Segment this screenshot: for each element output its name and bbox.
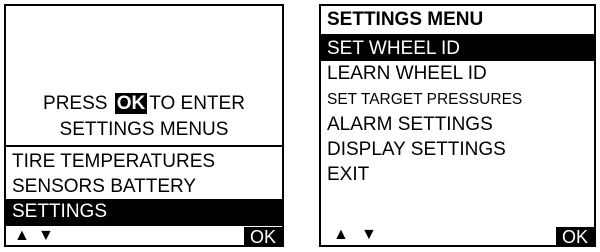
- prompt-line-2: SETTINGS MENUS: [59, 119, 229, 140]
- ok-button[interactable]: OK: [556, 227, 594, 245]
- down-arrow-icon[interactable]: ▼: [38, 226, 54, 245]
- menu-item-set-target-pressures[interactable]: SET TARGET PRESSURES: [321, 87, 594, 112]
- settings-menu-title: SETTINGS MENU: [327, 9, 484, 30]
- menu-item-settings[interactable]: SETTINGS: [6, 199, 282, 224]
- menu-item-tire-temperatures[interactable]: TIRE TEMPERATURES: [6, 149, 282, 174]
- prompt-text-after: TO ENTER: [149, 93, 245, 114]
- down-arrow-icon[interactable]: ▼: [361, 225, 377, 245]
- menu-item-set-wheel-id[interactable]: SET WHEEL ID: [321, 36, 594, 61]
- prompt-text-before: PRESS: [43, 93, 108, 114]
- settings-menu-screen: SETTINGS MENU SET WHEEL ID LEARN WHEEL I…: [319, 4, 596, 247]
- menu-item-alarm-settings[interactable]: ALARM SETTINGS: [321, 112, 594, 137]
- menu-item-sensors-battery[interactable]: SENSORS BATTERY: [6, 174, 282, 199]
- menu-divider: [6, 145, 282, 147]
- enter-settings-prompt: PRESS OK TO ENTER: [6, 92, 282, 116]
- menu-item-learn-wheel-id[interactable]: LEARN WHEEL ID: [321, 61, 594, 86]
- menu-item-exit[interactable]: EXIT: [321, 162, 594, 187]
- prompt-ok-key: OK: [114, 93, 148, 114]
- main-screen: PRESS OK TO ENTER SETTINGS MENUS TIRE TEM…: [4, 4, 284, 247]
- up-arrow-icon[interactable]: ▲: [333, 225, 349, 245]
- menu-item-display-settings[interactable]: DISPLAY SETTINGS: [321, 137, 594, 162]
- up-arrow-icon[interactable]: ▲: [14, 226, 30, 245]
- ok-button[interactable]: OK: [244, 227, 282, 245]
